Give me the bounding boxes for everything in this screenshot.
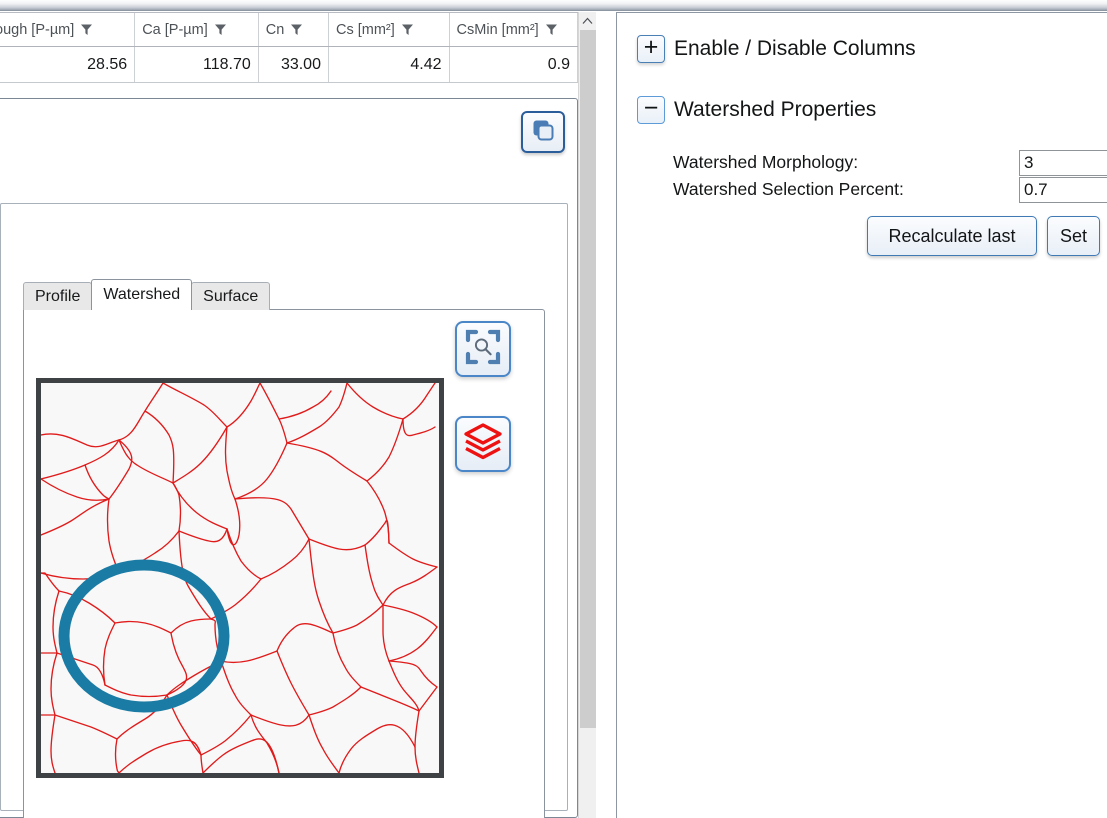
cell-csmin: 0.9 xyxy=(450,47,578,82)
expander-glyph: − xyxy=(643,94,659,122)
field-label: Watershed Morphology: xyxy=(673,152,859,172)
field-label: Watershed Selection Percent: xyxy=(673,179,904,199)
recalculate-last-button[interactable]: Recalculate last xyxy=(867,216,1037,256)
table-header-row: ough [P-µm] Ca [P-µm] Cn Cs [mm²] CsMin … xyxy=(0,13,578,47)
tab-strip: Profile Watershed Surface xyxy=(23,279,271,310)
zoom-to-fit-icon xyxy=(465,329,501,369)
tab-profile[interactable]: Profile xyxy=(23,282,93,310)
duplicate-view-button[interactable] xyxy=(521,111,565,153)
watershed-morphology-input[interactable] xyxy=(1019,149,1107,176)
filter-icon[interactable] xyxy=(214,23,227,36)
cell-ca: 118.70 xyxy=(135,47,259,82)
cell-cn: 33.00 xyxy=(259,47,329,82)
section-label: Enable / Disable Columns xyxy=(674,37,916,60)
vertical-scrollbar[interactable] xyxy=(578,12,596,818)
column-header-csmin[interactable]: CsMin [mm²] xyxy=(450,13,578,46)
plus-icon[interactable]: + xyxy=(637,35,665,63)
chevron-up-icon[interactable] xyxy=(579,12,596,30)
window-title-bar xyxy=(0,0,1107,11)
section-watershed-properties[interactable]: − Watershed Properties xyxy=(637,96,876,124)
section-label: Watershed Properties xyxy=(674,98,877,121)
layers-stack-icon xyxy=(463,423,503,465)
watershed-selection-percent-input[interactable] xyxy=(1019,176,1107,203)
properties-panel: + Enable / Disable Columns − Watershed P… xyxy=(616,12,1107,818)
minus-icon[interactable]: − xyxy=(637,96,665,124)
column-header-cn[interactable]: Cn xyxy=(259,13,329,46)
field-row-watershed-morphology: Watershed Morphology: xyxy=(673,149,1107,176)
column-header-label: Cs [mm²] xyxy=(335,21,395,38)
column-header-label: Ca [P-µm] xyxy=(142,21,208,38)
column-header-ca[interactable]: Ca [P-µm] xyxy=(135,13,259,46)
filter-icon[interactable] xyxy=(290,23,303,36)
column-header-label: CsMin [mm²] xyxy=(456,21,539,38)
left-content-region: ough [P-µm] Ca [P-µm] Cn Cs [mm²] CsMin … xyxy=(0,12,596,818)
tab-surface[interactable]: Surface xyxy=(191,282,271,310)
filter-icon[interactable] xyxy=(401,23,414,36)
layers-button[interactable] xyxy=(455,416,511,472)
column-header-label: ough [P-µm] xyxy=(0,21,75,38)
filter-icon[interactable] xyxy=(545,23,558,36)
expander-glyph: + xyxy=(643,33,659,61)
filter-icon[interactable] xyxy=(80,23,93,36)
field-row-watershed-selection-percent: Watershed Selection Percent: xyxy=(673,176,1107,203)
table-row[interactable]: 28.56 118.70 33.00 4.42 0.9 xyxy=(0,47,578,83)
cell-rough: 28.56 xyxy=(0,47,136,82)
cell-cs: 4.42 xyxy=(329,47,450,82)
watershed-segmentation-image[interactable] xyxy=(36,378,444,778)
column-header-rough[interactable]: ough [P-µm] xyxy=(0,13,136,46)
column-header-label: Cn xyxy=(265,21,285,38)
duplicate-windows-icon xyxy=(530,117,556,147)
column-header-cs[interactable]: Cs [mm²] xyxy=(329,13,450,46)
set-button[interactable]: Set xyxy=(1047,216,1100,256)
zoom-to-fit-button[interactable] xyxy=(455,321,511,377)
tab-watershed[interactable]: Watershed xyxy=(91,279,193,310)
scrollbar-thumb[interactable] xyxy=(580,30,596,728)
measurements-table: ough [P-µm] Ca [P-µm] Cn Cs [mm²] CsMin … xyxy=(0,12,578,83)
section-enable-disable-columns[interactable]: + Enable / Disable Columns xyxy=(637,35,916,63)
